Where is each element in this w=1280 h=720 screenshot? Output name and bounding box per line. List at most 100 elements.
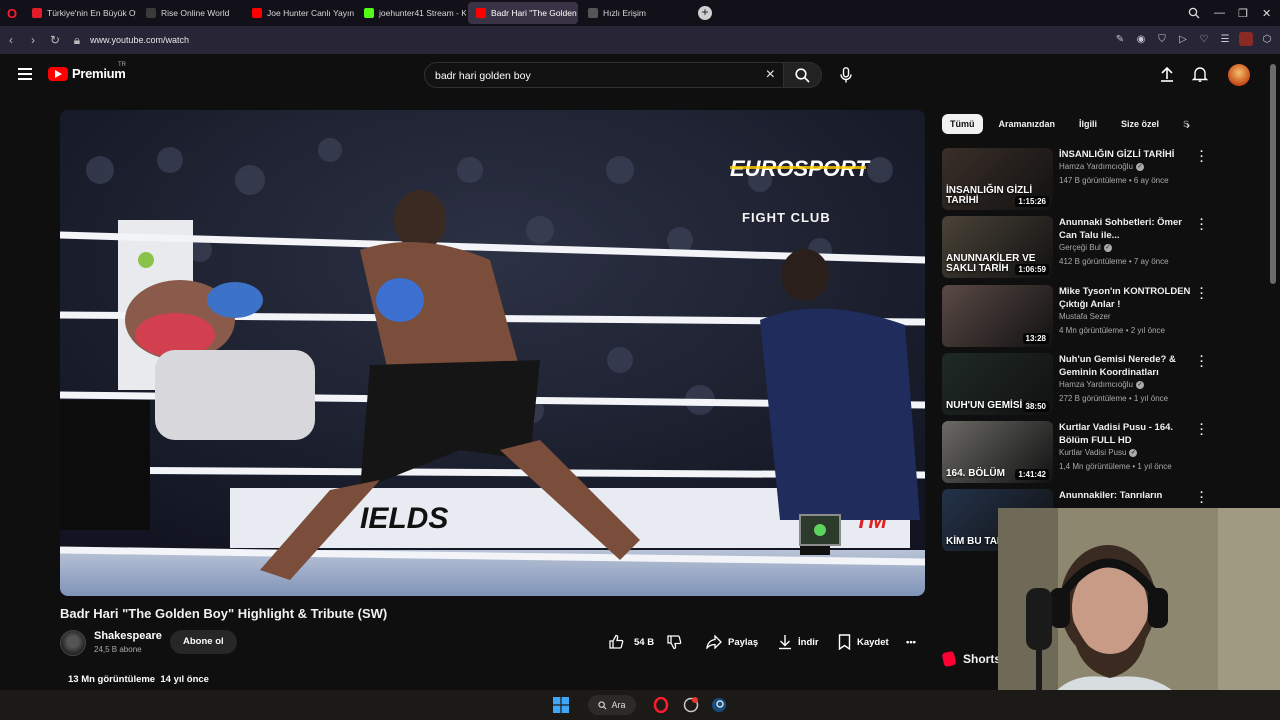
- reload-icon[interactable]: ↻: [44, 33, 66, 47]
- clear-search-icon[interactable]: ×: [766, 66, 775, 84]
- windows-taskbar: Ara: [0, 690, 1280, 720]
- channel-name[interactable]: Shakespeare: [94, 630, 162, 642]
- recommendation-item[interactable]: NUH'UN GEMİSİ O 38:50 Nuh'un Gemisi Nerede…: [942, 352, 1212, 415]
- video-player[interactable]: IELDS TM EUROSPORT FIGHT CLUB: [60, 110, 925, 596]
- url-field[interactable]: www.youtube.com/watch: [90, 35, 189, 45]
- thumbnail-caption: NUH'UN GEMİSİ O: [946, 400, 1033, 411]
- search-button[interactable]: [784, 62, 822, 88]
- country-code: TR: [118, 62, 126, 68]
- video-thumbnail[interactable]: İNSANLIĞIN GİZLİ TARİHİ 1:15:26: [942, 148, 1053, 210]
- recommendation-channel[interactable]: Gerçeği Bul ✓: [1059, 243, 1112, 252]
- opera-logo-icon[interactable]: O: [0, 0, 24, 26]
- extensions-icon[interactable]: ⬡: [1260, 32, 1274, 46]
- share-button[interactable]: Paylaş: [706, 630, 758, 654]
- download-button[interactable]: İndir: [778, 630, 819, 654]
- camera-icon[interactable]: ◉: [1134, 32, 1148, 46]
- recommendation-channel[interactable]: Kurtlar Vadisi Pusu ✓: [1059, 448, 1138, 457]
- browser-tab[interactable]: Badr Hari "The Golden Bo: [468, 2, 578, 24]
- upload-icon[interactable]: [1160, 66, 1174, 82]
- chip-related[interactable]: İlgili: [1071, 114, 1105, 134]
- heart-icon[interactable]: ♡: [1197, 32, 1211, 46]
- recommendation-item[interactable]: ANUNNAKİLER VE SAKLI TARİH 1:06:59 Anunnak…: [942, 215, 1212, 278]
- banner-text: IELDS: [360, 502, 448, 535]
- tab-label: Rise Online World: [161, 8, 230, 18]
- recommendation-channel[interactable]: Hamza Yardımcıoğlu ✓: [1059, 162, 1144, 171]
- hamburger-menu-icon[interactable]: [18, 68, 32, 80]
- maximize-icon[interactable]: ❐: [1238, 0, 1248, 26]
- search-box[interactable]: badr hari golden boy ×: [424, 62, 784, 88]
- shorts-icon: [941, 650, 957, 668]
- logo-word: Premium: [72, 66, 126, 81]
- menu-icon[interactable]: ☰: [1218, 32, 1232, 46]
- tab-label: Türkiye'nin En Büyük Oyun: [47, 8, 136, 18]
- video-meta: 13 Mn görüntüleme 14 yıl önce: [68, 674, 209, 685]
- subscribe-button[interactable]: Abone ol: [170, 630, 237, 654]
- more-options-icon[interactable]: · · ·: [1200, 488, 1204, 509]
- opera-gx-icon: [32, 8, 42, 18]
- windows-start-icon[interactable]: [552, 695, 570, 715]
- more-options-icon[interactable]: · · ·: [1200, 352, 1204, 373]
- edit-icon[interactable]: ✎: [1113, 32, 1127, 46]
- browser-tab[interactable]: Türkiye'nin En Büyük Oyun: [24, 2, 136, 24]
- recommendation-title[interactable]: İNSANLIĞIN GİZLİ TARİHİ: [1059, 148, 1199, 161]
- more-options-icon[interactable]: · · ·: [1200, 284, 1204, 305]
- microphone-icon[interactable]: [835, 64, 857, 86]
- page-scrollbar[interactable]: [1270, 64, 1276, 284]
- recommendation-item[interactable]: 164. BÖLÜM 1:41:42 Kurtlar Vadisi Pusu - 1…: [942, 420, 1212, 483]
- more-options-icon[interactable]: · · ·: [1200, 147, 1204, 168]
- channel-name: Mustafa Sezer: [1059, 312, 1111, 321]
- channel-avatar[interactable]: [60, 630, 86, 656]
- browser-tab[interactable]: Rise Online World: [138, 2, 242, 24]
- recommendation-title[interactable]: Nuh'un Gemisi Nerede? & Geminin Koordina…: [1059, 353, 1199, 379]
- back-icon[interactable]: ‹: [0, 33, 22, 47]
- recommendation-title[interactable]: Mike Tyson'ın KONTROLDEN Çıktığı Anlar !: [1059, 285, 1199, 311]
- recommendation-channel[interactable]: Mustafa Sezer: [1059, 312, 1111, 321]
- save-button[interactable]: Kaydet: [838, 630, 889, 654]
- download-label: İndir: [798, 636, 819, 648]
- chevron-right-icon[interactable]: ›: [1186, 118, 1190, 132]
- account-avatar[interactable]: [1228, 64, 1250, 86]
- notifications-bell-icon[interactable]: [1192, 66, 1208, 82]
- browser-tab[interactable]: joehunter41 Stream - Kick: [356, 2, 466, 24]
- recommendation-title[interactable]: Anunnakiler: Tanrıların: [1059, 489, 1199, 502]
- steam-taskbar-icon[interactable]: [710, 695, 728, 715]
- search-input[interactable]: badr hari golden boy: [435, 70, 531, 82]
- app-taskbar-icon[interactable]: [682, 695, 700, 715]
- video-duration: 13:28: [1022, 333, 1049, 344]
- recommendation-channel[interactable]: Hamza Yardımcıoğlu ✓: [1059, 380, 1144, 389]
- new-tab-button[interactable]: +: [698, 6, 712, 20]
- more-options-icon[interactable]: · · ·: [1200, 420, 1204, 441]
- recommendation-title[interactable]: Anunnaki Sohbetleri: Ömer Can Talu ile..…: [1059, 216, 1199, 242]
- youtube-play-icon: [48, 66, 68, 81]
- recommendation-title[interactable]: Kurtlar Vadisi Pusu - 164. Bölüm FULL HD: [1059, 421, 1199, 447]
- more-actions-icon[interactable]: •••: [906, 630, 916, 654]
- extension-avatar-icon[interactable]: [1239, 32, 1253, 46]
- like-button[interactable]: 54 B: [608, 630, 654, 654]
- video-thumbnail[interactable]: NUH'UN GEMİSİ O 38:50: [942, 353, 1053, 415]
- opera-gx-taskbar-icon[interactable]: [652, 695, 670, 715]
- close-window-icon[interactable]: ✕: [1262, 0, 1271, 26]
- player-icon[interactable]: ▷: [1176, 32, 1190, 46]
- chip-for-you[interactable]: Size özel: [1113, 114, 1167, 134]
- shorts-label: Shorts: [963, 652, 1002, 666]
- youtube-premium-logo[interactable]: Premium TR: [48, 62, 126, 81]
- minimize-icon[interactable]: —: [1214, 0, 1225, 26]
- chip-all[interactable]: Tümü: [942, 114, 983, 134]
- view-count: 13 Mn görüntüleme: [68, 674, 156, 685]
- video-thumbnail[interactable]: 13:28: [942, 285, 1053, 347]
- shield-icon[interactable]: ⛉: [1155, 32, 1169, 46]
- browser-tab[interactable]: Joe Hunter Canlı Yayını - Y: [244, 2, 354, 24]
- video-thumbnail[interactable]: 164. BÖLÜM 1:41:42: [942, 421, 1053, 483]
- search-tabs-icon[interactable]: [1188, 0, 1200, 26]
- recommendation-item[interactable]: İNSANLIĞIN GİZLİ TARİHİ 1:15:26 İNSANLIĞIN…: [942, 147, 1212, 210]
- youtube-icon: [252, 8, 262, 18]
- forward-icon[interactable]: ›: [22, 33, 44, 47]
- recommendation-item[interactable]: 13:28 Mike Tyson'ın KONTROLDEN Çıktığı An…: [942, 284, 1212, 347]
- dislike-button[interactable]: [666, 630, 682, 654]
- browser-tab[interactable]: Hızlı Erişim: [580, 2, 690, 24]
- more-options-icon[interactable]: · · ·: [1200, 215, 1204, 236]
- taskbar-search[interactable]: Ara: [588, 695, 636, 715]
- chip-from-search[interactable]: Aramanızdan: [991, 114, 1064, 134]
- tab-label: Badr Hari "The Golden Bo: [491, 8, 578, 18]
- video-thumbnail[interactable]: ANUNNAKİLER VE SAKLI TARİH 1:06:59: [942, 216, 1053, 278]
